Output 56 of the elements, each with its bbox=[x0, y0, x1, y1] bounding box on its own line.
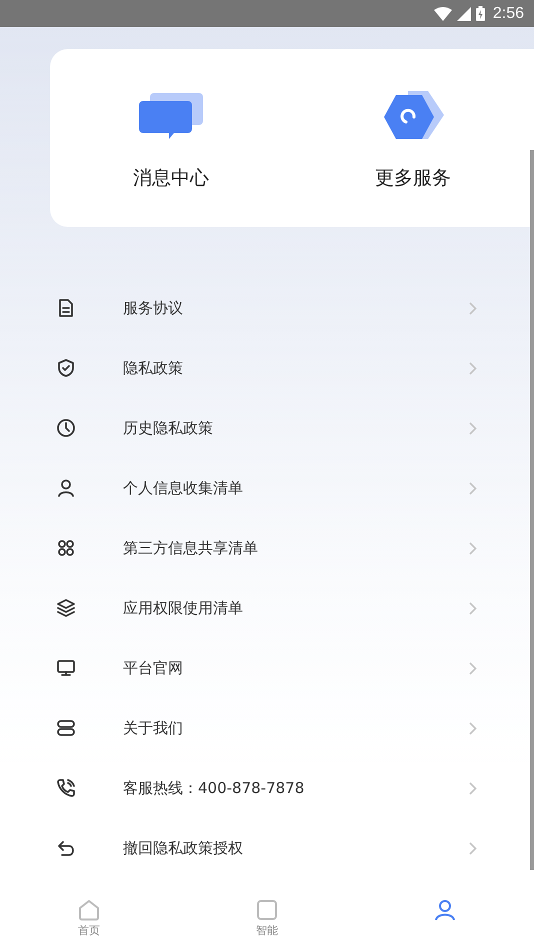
stack-icon bbox=[56, 718, 76, 738]
undo-icon bbox=[56, 838, 76, 858]
menu-item[interactable]: 关于我们 bbox=[0, 698, 534, 758]
nav-label: 首页 bbox=[78, 923, 100, 938]
battery-icon bbox=[476, 6, 485, 21]
menu-item[interactable]: 客服热线：400-878-7878 bbox=[0, 758, 534, 818]
service-item[interactable]: 更多服务 bbox=[292, 49, 534, 227]
menu-label: 历史隐私政策 bbox=[123, 418, 214, 438]
menu-label: 服务协议 bbox=[123, 298, 184, 318]
nav-label: 智能 bbox=[256, 923, 278, 938]
chevron-right-icon bbox=[469, 482, 477, 494]
chevron-right-icon bbox=[469, 302, 477, 314]
nav-tab[interactable]: 智能 bbox=[178, 895, 356, 950]
clock-icon bbox=[56, 418, 76, 438]
menu-item[interactable]: 个人信息收集清单 bbox=[0, 458, 534, 518]
person-icon bbox=[434, 899, 456, 921]
menu-item[interactable]: 撤回隐私政策授权 bbox=[0, 818, 534, 878]
menu-label: 第三方信息共享清单 bbox=[123, 538, 259, 558]
menu-item[interactable]: 平台官网 bbox=[0, 638, 534, 698]
layers-icon bbox=[56, 598, 76, 618]
wifi-icon bbox=[434, 6, 452, 20]
menu-label: 客服热线：400-878-7878 bbox=[123, 778, 306, 798]
house-icon bbox=[78, 899, 100, 921]
chevron-right-icon bbox=[469, 542, 477, 554]
menu-item[interactable]: 历史隐私政策 bbox=[0, 398, 534, 458]
menu-label: 隐私政策 bbox=[123, 358, 184, 378]
monitor-icon bbox=[56, 658, 76, 678]
menu-item[interactable]: 隐私政策 bbox=[0, 338, 534, 398]
chevron-right-icon bbox=[469, 662, 477, 674]
scrollbar[interactable] bbox=[530, 150, 534, 870]
chevron-right-icon bbox=[469, 602, 477, 614]
service-item[interactable]: 消息中心 bbox=[50, 49, 292, 227]
menu-item[interactable]: 第三方信息共享清单 bbox=[0, 518, 534, 578]
document-icon bbox=[56, 298, 76, 318]
menu-label: 应用权限使用清单 bbox=[123, 598, 244, 618]
grid-icon bbox=[56, 538, 76, 558]
menu-item[interactable]: 服务协议 bbox=[0, 278, 534, 338]
menu-label: 撤回隐私政策授权 bbox=[123, 838, 244, 858]
person-icon bbox=[56, 478, 76, 498]
menu-label: 关于我们 bbox=[123, 718, 184, 738]
chevron-right-icon bbox=[469, 782, 477, 794]
signal-icon bbox=[456, 6, 471, 20]
service-label: 更多服务 bbox=[375, 166, 451, 191]
phone-icon bbox=[56, 778, 76, 798]
chevron-right-icon bbox=[469, 422, 477, 434]
nav-tab[interactable]: 首页 bbox=[0, 895, 178, 950]
shield-icon bbox=[56, 358, 76, 378]
service-label: 消息中心 bbox=[133, 166, 209, 191]
status-time: 2:56 bbox=[492, 4, 524, 22]
square-icon bbox=[256, 899, 278, 921]
chevron-right-icon bbox=[469, 722, 477, 734]
menu-label: 平台官网 bbox=[123, 658, 184, 678]
chevron-right-icon bbox=[469, 842, 477, 854]
menu-label: 个人信息收集清单 bbox=[123, 478, 244, 498]
chevron-right-icon bbox=[469, 362, 477, 374]
menu-item[interactable]: 应用权限使用清单 bbox=[0, 578, 534, 638]
